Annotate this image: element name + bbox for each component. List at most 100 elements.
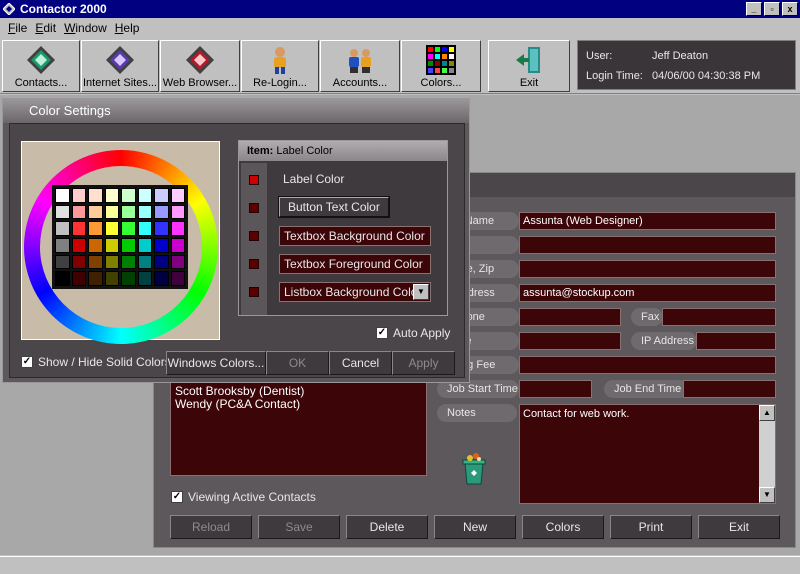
textbox-foreground-color-item[interactable]: Textbox Foreground Color <box>279 254 431 274</box>
consulting-fee-field[interactable] <box>519 356 776 374</box>
palette-swatch[interactable] <box>104 254 119 270</box>
minimize-button[interactable]: _ <box>746 2 762 16</box>
job-start-time-field[interactable] <box>519 380 592 398</box>
menu-edit[interactable]: Edit <box>31 18 60 38</box>
palette-swatch[interactable] <box>170 188 185 203</box>
label-color-swatch[interactable] <box>249 175 259 185</box>
palette-swatch[interactable] <box>71 204 86 220</box>
re-login-button[interactable]: Re-Login... <box>241 40 319 92</box>
palette-swatch[interactable] <box>154 238 169 253</box>
exit-button[interactable]: Exit <box>698 515 780 539</box>
city-state-zip-field[interactable] <box>519 260 776 278</box>
close-button[interactable]: x <box>782 2 798 16</box>
viewing-active-checkbox[interactable]: ✓ Viewing Active Contacts <box>171 490 316 504</box>
listbox-bg-color-swatch[interactable] <box>249 287 259 297</box>
palette-swatch[interactable] <box>104 271 119 286</box>
textbox-bg-color-swatch[interactable] <box>249 231 259 241</box>
fax-field[interactable] <box>662 308 776 326</box>
palette-swatch[interactable] <box>55 221 70 236</box>
palette-swatch[interactable] <box>121 221 136 236</box>
palette-swatch[interactable] <box>121 254 136 270</box>
palette-swatch[interactable] <box>104 221 119 236</box>
show-solid-colors-checkbox[interactable]: ✓ Show / Hide Solid Colors <box>21 355 171 369</box>
textbox-background-color-item[interactable]: Textbox Background Color <box>279 226 431 246</box>
menu-help[interactable]: Help <box>111 18 144 38</box>
palette-swatch[interactable] <box>137 221 152 236</box>
palette-swatch[interactable] <box>137 254 152 270</box>
menu-file[interactable]: File <box>4 18 31 38</box>
list-item[interactable]: Wendy (PC&A Contact) <box>175 398 422 411</box>
palette-swatch[interactable] <box>154 271 169 286</box>
reload-button[interactable]: Reload <box>170 515 252 539</box>
palette-swatch[interactable] <box>104 188 119 203</box>
palette-swatch[interactable] <box>55 204 70 220</box>
palette-swatch[interactable] <box>154 188 169 203</box>
textbox-fg-color-swatch[interactable] <box>249 259 259 269</box>
palette-swatch[interactable] <box>137 188 152 203</box>
ok-button[interactable]: OK <box>266 351 329 375</box>
button-text-color-item[interactable]: Button Text Color <box>278 196 390 218</box>
email-field[interactable]: assunta@stockup.com <box>519 284 776 302</box>
palette-swatch[interactable] <box>121 204 136 220</box>
accounts-button[interactable]: Accounts... <box>320 40 400 92</box>
auto-apply-checkbox[interactable]: ✓ Auto Apply <box>376 326 450 340</box>
palette-swatch[interactable] <box>88 238 103 253</box>
label-color-item[interactable]: Label Color <box>279 170 344 190</box>
exit-toolbar-button[interactable]: Exit <box>488 40 570 92</box>
palette-swatch[interactable] <box>71 221 86 236</box>
delete-button[interactable]: Delete <box>346 515 428 539</box>
palette-swatch[interactable] <box>170 271 185 286</box>
cancel-button[interactable]: Cancel <box>329 351 392 375</box>
palette-swatch[interactable] <box>71 271 86 286</box>
palette-swatch[interactable] <box>170 204 185 220</box>
apply-button[interactable]: Apply <box>392 351 455 375</box>
print-button[interactable]: Print <box>610 515 692 539</box>
palette-swatch[interactable] <box>71 238 86 253</box>
palette-swatch[interactable] <box>88 188 103 203</box>
windows-colors-button[interactable]: Windows Colors... <box>166 351 266 375</box>
palette-swatch[interactable] <box>170 254 185 270</box>
palette-swatch[interactable] <box>137 204 152 220</box>
palette-swatch[interactable] <box>88 254 103 270</box>
contact-name-field[interactable]: Assunta (Web Designer) <box>519 212 776 230</box>
palette-swatch[interactable] <box>88 271 103 286</box>
contacts-button[interactable]: Contacts... <box>2 40 80 92</box>
palette-swatch[interactable] <box>88 221 103 236</box>
palette-swatch[interactable] <box>71 254 86 270</box>
palette-swatch[interactable] <box>154 221 169 236</box>
notes-textarea[interactable]: Contact for web work. ▲ ▼ <box>519 404 776 504</box>
work-phone-field[interactable] <box>519 308 621 326</box>
palette-swatch[interactable] <box>154 204 169 220</box>
palette-swatch[interactable] <box>55 238 70 253</box>
listbox-background-color-item[interactable]: Listbox Background Color ▼ <box>279 282 431 302</box>
palette-swatch[interactable] <box>170 221 185 236</box>
button-text-color-swatch[interactable] <box>249 203 259 213</box>
phone-field[interactable] <box>519 332 621 350</box>
palette-swatch[interactable] <box>104 238 119 253</box>
palette-swatch[interactable] <box>55 188 70 203</box>
dropdown-arrow-icon[interactable]: ▼ <box>413 284 429 300</box>
job-end-time-field[interactable] <box>683 380 776 398</box>
palette-swatch[interactable] <box>104 204 119 220</box>
colors-toolbar-button[interactable]: Colors... <box>401 40 481 92</box>
palette-swatch[interactable] <box>137 238 152 253</box>
palette-swatch[interactable] <box>137 271 152 286</box>
scroll-down-arrow-icon[interactable]: ▼ <box>759 487 775 503</box>
palette-swatch[interactable] <box>121 238 136 253</box>
palette-swatch[interactable] <box>154 254 169 270</box>
palette-swatch[interactable] <box>55 271 70 286</box>
save-button[interactable]: Save <box>258 515 340 539</box>
notes-scrollbar[interactable]: ▲ ▼ <box>759 405 775 503</box>
palette-swatch[interactable] <box>88 204 103 220</box>
menu-window[interactable]: Window <box>60 18 111 38</box>
maximize-button[interactable]: ▫ <box>764 2 780 16</box>
new-button[interactable]: New <box>434 515 516 539</box>
color-palette-grid[interactable] <box>52 185 188 289</box>
internet-sites-button[interactable]: Internet Sites... <box>81 40 159 92</box>
palette-swatch[interactable] <box>71 188 86 203</box>
ip-address-field[interactable] <box>696 332 776 350</box>
address-field[interactable] <box>519 236 776 254</box>
palette-swatch[interactable] <box>170 238 185 253</box>
scroll-up-arrow-icon[interactable]: ▲ <box>759 405 775 421</box>
palette-swatch[interactable] <box>121 188 136 203</box>
